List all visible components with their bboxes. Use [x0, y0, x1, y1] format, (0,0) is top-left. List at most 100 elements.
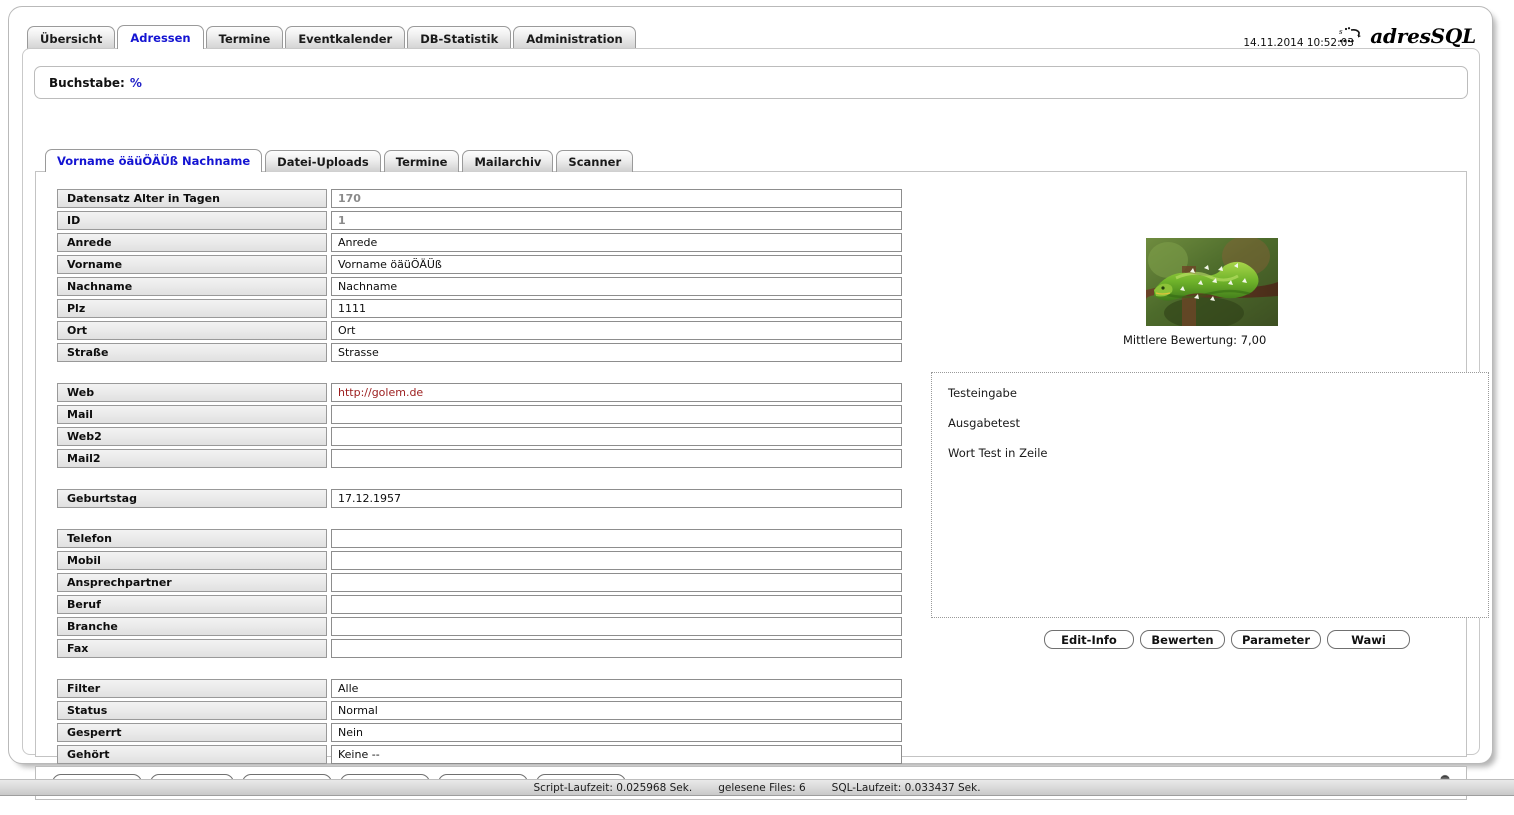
form-row: Web2 [57, 427, 902, 446]
main-tab-adressen[interactable]: Adressen [117, 25, 204, 49]
field-label: Status [57, 701, 327, 720]
field-value[interactable] [331, 529, 902, 548]
note-line: Testeingabe [948, 386, 1017, 400]
buchstabe-label: Buchstabe: [49, 75, 125, 90]
sub-tab-2[interactable]: Termine [383, 150, 460, 172]
field-value[interactable]: Anrede [331, 233, 902, 252]
form-row: Telefon [57, 529, 902, 548]
field-value[interactable] [331, 573, 902, 592]
field-value[interactable] [331, 427, 902, 446]
sub-tab-3[interactable]: Mailarchiv [462, 150, 554, 172]
note-line: Ausgabetest [948, 416, 1020, 430]
field-label: Fax [57, 639, 327, 658]
status-bar: Script-Laufzeit: 0.025968 Sek. gelesene … [0, 779, 1514, 796]
field-value[interactable]: Nein [331, 723, 902, 742]
main-tab-bar: Übersicht Adressen Termine Eventkalender DB-… [27, 25, 636, 49]
field-label: Straße [57, 343, 327, 362]
field-label: Web [57, 383, 327, 402]
green-tree-python-photo [1146, 238, 1278, 326]
main-tab--bersicht[interactable]: Übersicht [27, 26, 116, 49]
field-value[interactable]: Ort [331, 321, 902, 340]
field-value[interactable] [331, 595, 902, 614]
form-row: Mobil [57, 551, 902, 570]
field-label: Ansprechpartner [57, 573, 327, 592]
button-edit-info[interactable]: Edit-Info [1044, 630, 1134, 649]
detail-column: Mittlere Bewertung: 7,00 Testeingabe Ausg… [916, 172, 1489, 756]
field-value[interactable]: Strasse [331, 343, 902, 362]
form-row: Straße Strasse [57, 343, 902, 362]
field-value[interactable]: 170 [331, 189, 902, 208]
form-row: Datensatz Alter in Tagen 170 [57, 189, 902, 208]
brand-text: adresSQL [1370, 24, 1476, 48]
rating-text: Mittlere Bewertung: 7,00 [1123, 333, 1267, 347]
photo-block: Mittlere Bewertung: 7,00 [1123, 238, 1278, 347]
main-tab-termine[interactable]: Termine [205, 26, 284, 49]
form-row: Plz 1111 [57, 299, 902, 318]
field-value[interactable]: Keine -- [331, 745, 902, 764]
field-value[interactable]: Vorname öäüÖÄÜß [331, 255, 902, 274]
field-label: Beruf [57, 595, 327, 614]
field-value[interactable] [331, 639, 902, 658]
field-label: Mobil [57, 551, 327, 570]
notes-panel: Testeingabe Ausgabetest Wort Test in Zeile [931, 372, 1489, 618]
field-label: Geburtstag [57, 489, 327, 508]
body-area: Buchstabe: % Vorname öäüÖÄÜß Nachname Dat… [22, 48, 1489, 800]
field-value[interactable] [331, 551, 902, 570]
files-read: gelesene Files: 6 [718, 781, 806, 794]
svg-text:s: s [1339, 28, 1343, 36]
field-value[interactable] [331, 617, 902, 636]
button-parameter[interactable]: Parameter [1231, 630, 1321, 649]
field-label: ID [57, 211, 327, 230]
top-bar: Übersicht Adressen Termine Eventkalender DB-… [9, 7, 1492, 49]
field-label: Filter [57, 679, 327, 698]
field-value[interactable] [331, 449, 902, 468]
form-row: Gesperrt Nein [57, 723, 902, 742]
buchstabe-value: % [129, 75, 142, 90]
field-value[interactable]: http://golem.de [331, 383, 902, 402]
form-row: Branche [57, 617, 902, 636]
note-line: Wort Test in Zeile [948, 446, 1048, 460]
button-bewerten[interactable]: Bewerten [1140, 630, 1225, 649]
sub-tab-4[interactable]: Scanner [556, 150, 634, 172]
field-value[interactable]: 1 [331, 211, 902, 230]
field-value[interactable]: 17.12.1957 [331, 489, 902, 508]
main-tab-administration[interactable]: Administration [513, 26, 636, 49]
main-tab-db-statistik[interactable]: DB-Statistik [407, 26, 512, 49]
script-runtime: Script-Laufzeit: 0.025968 Sek. [533, 781, 693, 794]
form-row: Nachname Nachname [57, 277, 902, 296]
adressql-logo-icon: s [1339, 27, 1362, 43]
detail-button-row: Edit-Info Bewerten Parameter Wawi [1044, 630, 1410, 649]
field-value[interactable] [331, 405, 902, 424]
button-wawi[interactable]: Wawi [1327, 630, 1410, 649]
sub-tab-bar: Vorname öäüÖÄÜß Nachname Datei-Uploads Ter… [45, 149, 634, 172]
sub-tab-1[interactable]: Datei-Uploads [265, 150, 381, 172]
content-panel: Datensatz Alter in Tagen 170 ID 1 Anrede Anre… [35, 171, 1489, 764]
outer-frame: Übersicht Adressen Termine Eventkalender DB-… [8, 6, 1493, 800]
field-label: Vorname [57, 255, 327, 274]
form-row: Vorname Vorname öäüÖÄÜß [57, 255, 902, 274]
field-label: Gehört [57, 745, 327, 764]
field-label: Plz [57, 299, 327, 318]
field-value[interactable]: Normal [331, 701, 902, 720]
form-row: Gehört Keine -- [57, 745, 902, 764]
field-value[interactable]: Alle [331, 679, 902, 698]
form-row: Mail [57, 405, 902, 424]
field-value[interactable]: 1111 [331, 299, 902, 318]
field-value[interactable]: Nachname [331, 277, 902, 296]
field-label: Gesperrt [57, 723, 327, 742]
brand: s adresSQL [1336, 24, 1476, 48]
form-row: ID 1 [57, 211, 902, 230]
field-label: Datensatz Alter in Tagen [57, 189, 327, 208]
buchstabe-bar: Buchstabe: % [34, 66, 1468, 99]
field-label: Telefon [57, 529, 327, 548]
form-row: Ort Ort [57, 321, 902, 340]
sub-tab-0[interactable]: Vorname öäüÖÄÜß Nachname [45, 149, 263, 172]
main-tab-eventkalender[interactable]: Eventkalender [285, 26, 406, 49]
address-form: Datensatz Alter in Tagen 170 ID 1 Anrede Anre… [57, 189, 902, 767]
field-label: Mail [57, 405, 327, 424]
form-row: Anrede Anrede [57, 233, 902, 252]
field-label: Nachname [57, 277, 327, 296]
form-row: Status Normal [57, 701, 902, 720]
